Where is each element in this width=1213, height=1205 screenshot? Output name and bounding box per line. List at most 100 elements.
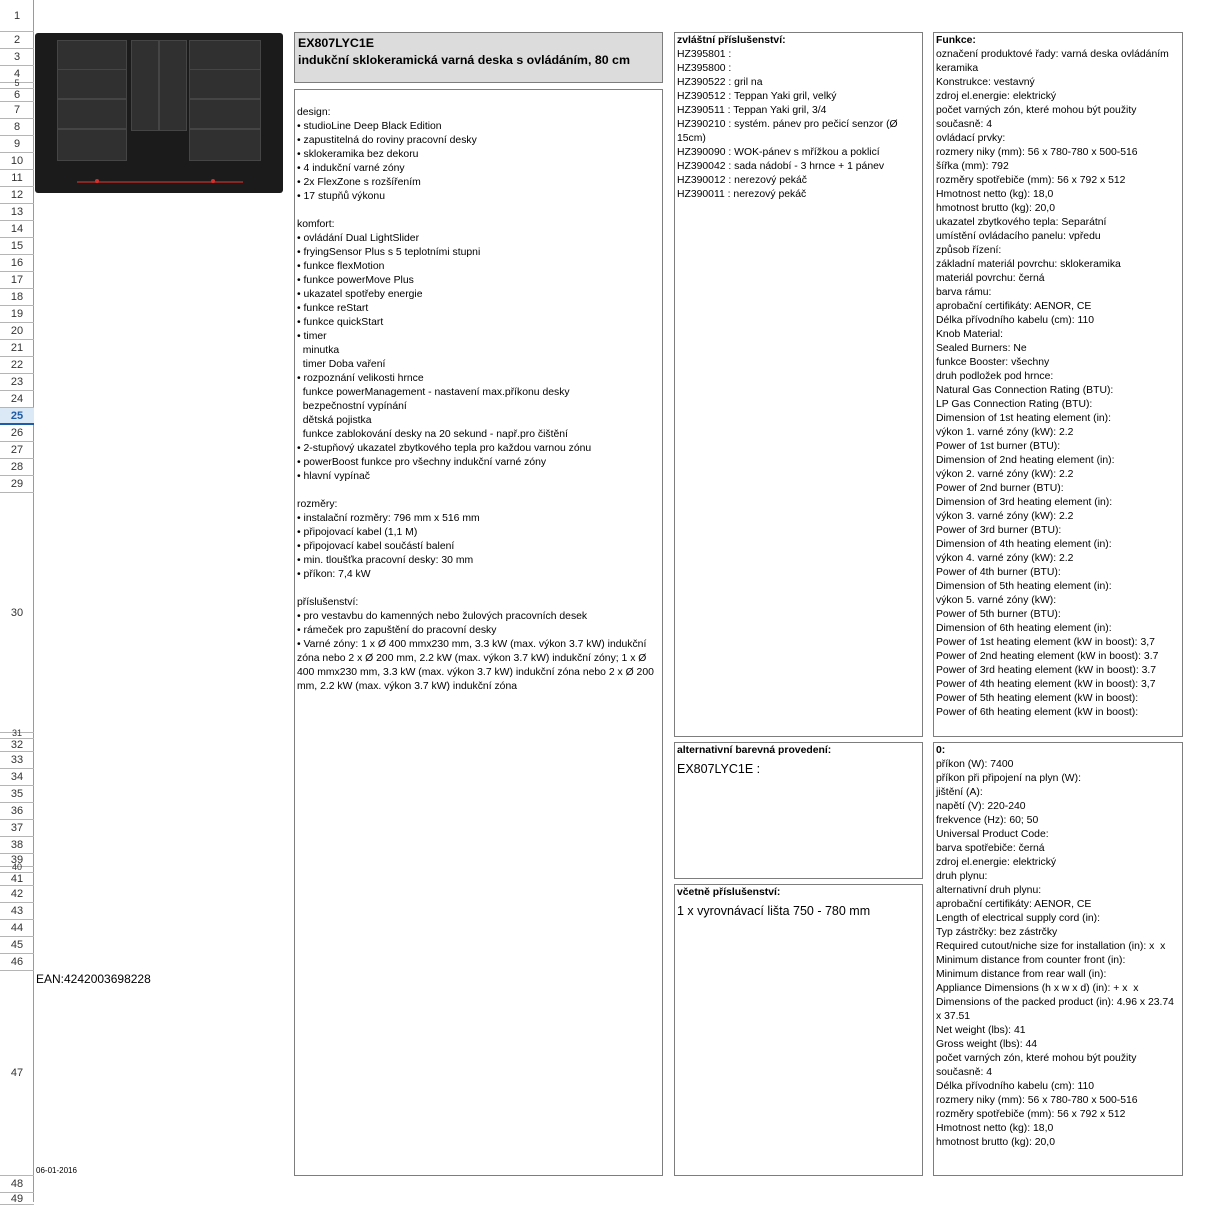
row-header[interactable]: 37 [0,820,34,837]
accessory-item: HZ395801 : [677,49,732,60]
function-item: Dimension of 3rd heating element (in): [936,497,1113,508]
row-header[interactable]: 26 [0,425,34,442]
row-header[interactable]: 43 [0,903,34,920]
function-item: Dimension of 6th heating element (in): [936,623,1112,634]
accessory-item: HZ390511 : Teppan Yaki gril, 3/4 [677,105,827,116]
function-item: Natural Gas Connection Rating (BTU): [936,385,1114,396]
row-header[interactable]: 14 [0,221,34,238]
row-header[interactable]: 15 [0,238,34,255]
description-line: • fryingSensor Plus s 5 teplotními stupn… [297,247,481,258]
description-line: design: [297,107,331,118]
technical-item: Typ zástrčky: bez zástrčky [936,927,1058,938]
row-header[interactable]: 11 [0,170,34,187]
description-line [297,484,660,498]
row-header[interactable]: 10 [0,153,34,170]
description-line [297,204,660,218]
row-header[interactable]: 1 [0,0,34,32]
technical-item: hmotnost brutto (kg): 20,0 [936,1137,1055,1148]
row-header[interactable]: 6 [0,89,34,102]
accessory-item: HZ390012 : nerezový pekáč [677,175,807,186]
row-header[interactable]: 13 [0,204,34,221]
function-item: Knob Material: [936,329,1003,340]
row-header[interactable]: 49 [0,1193,34,1205]
cooking-zone [189,40,261,70]
control-dot [211,179,215,183]
accessory-item: HZ390210 : systém. pánev pro pečicí senz… [677,119,901,144]
row-header[interactable]: 44 [0,920,34,937]
row-header[interactable]: 21 [0,340,34,357]
row-header[interactable]: 36 [0,803,34,820]
row-header[interactable]: 46 [0,954,34,971]
row-header[interactable]: 20 [0,323,34,340]
description-line: • min. tloušťka pracovní desky: 30 mm [297,555,474,566]
row-header[interactable]: 23 [0,374,34,391]
row-header[interactable]: 33 [0,752,34,769]
row-header[interactable]: 34 [0,769,34,786]
technical-item: frekvence (Hz): 60; 50 [936,815,1039,826]
function-item: funkce Booster: všechny [936,357,1050,368]
cooking-zone [189,99,261,129]
technical-item: napětí (V): 220-240 [936,801,1026,812]
row-header[interactable]: 38 [0,837,34,854]
cooking-zone [189,69,261,99]
row-header[interactable]: 12 [0,187,34,204]
row-header[interactable]: 2 [0,32,34,49]
alternative-colors-box: alternativní barevná provedení: EX807LYC… [674,742,923,879]
accessory-item: HZ390512 : Teppan Yaki gril, velký [677,91,837,102]
accessory-item: HZ390011 : nerezový pekáč [677,189,807,200]
row-header[interactable]: 7 [0,102,34,119]
row-header[interactable]: 16 [0,255,34,272]
row-header[interactable]: 17 [0,272,34,289]
function-item: zdroj el.energie: elektrický [936,91,1057,102]
description-line: • 17 stupňů výkonu [297,191,385,202]
row-header[interactable]: 24 [0,391,34,408]
row-header[interactable]: 29 [0,476,34,493]
row-header[interactable]: 35 [0,786,34,803]
cooking-zone [57,129,127,161]
row-header[interactable]: 22 [0,357,34,374]
description-line: timer Doba vaření [297,359,386,370]
cooking-zone [159,40,187,131]
row-header[interactable]: 27 [0,442,34,459]
function-item: Power of 2nd burner (BTU): [936,483,1064,494]
row-header[interactable]: 19 [0,306,34,323]
function-item: Power of 5th burner (BTU): [936,609,1061,620]
function-item: výkon 1. varné zóny (kW): 2.2 [936,427,1074,438]
technical-item: Universal Product Code: [936,829,1049,840]
function-item: druh podložek pod hrnce: [936,371,1054,382]
row-header[interactable]: 42 [0,886,34,903]
function-item: LP Gas Connection Rating (BTU): [936,399,1093,410]
row-header[interactable]: 8 [0,119,34,136]
row-header[interactable]: 18 [0,289,34,306]
row-header[interactable]: 28 [0,459,34,476]
function-item: Dimension of 1st heating element (in): [936,413,1111,424]
description-line: • funkce reStart [297,303,369,314]
row-header[interactable]: 32 [0,739,34,752]
row-header[interactable]: 48 [0,1176,34,1193]
product-code: EX807LYC1E [298,36,375,50]
included-value: 1 x vyrovnávací lišta 750 - 780 mm [677,904,871,918]
included-accessories-box: včetně příslušenství: 1 x vyrovnávací li… [674,884,923,1176]
function-item: Power of 1st burner (BTU): [936,441,1061,452]
technical-item: aprobační certifikáty: AENOR, CE [936,899,1092,910]
row-header[interactable]: 30 [0,493,34,733]
row-header[interactable]: 3 [0,49,34,66]
row-header[interactable]: 41 [0,873,34,886]
function-item: Délka přívodního kabelu (cm): 110 [936,315,1095,326]
function-item: výkon 4. varné zóny (kW): 2.2 [936,553,1074,564]
ean-code: EAN:4242003698228 [36,972,151,986]
row-header[interactable]: 9 [0,136,34,153]
row-header[interactable]: 45 [0,937,34,954]
function-item: Dimension of 2nd heating element (in): [936,455,1115,466]
technical-item: jištění (A): [936,787,983,798]
print-date: 06-01-2016 [36,1166,77,1175]
technical-item: Appliance Dimensions (h x w x d) (in): +… [936,983,1139,994]
row-header[interactable]: 47 [0,971,34,1176]
technical-item: Délka přívodního kabelu (cm): 110 [936,1081,1095,1092]
row-header[interactable]: 25 [0,408,34,425]
cooking-zone [57,69,127,99]
description-line: příslušenství: [297,597,359,608]
technical-item: alternativní druh plynu: [936,885,1042,896]
description-line: • sklokeramika bez dekoru [297,149,419,160]
accessory-item: HZ395800 : [677,63,732,74]
